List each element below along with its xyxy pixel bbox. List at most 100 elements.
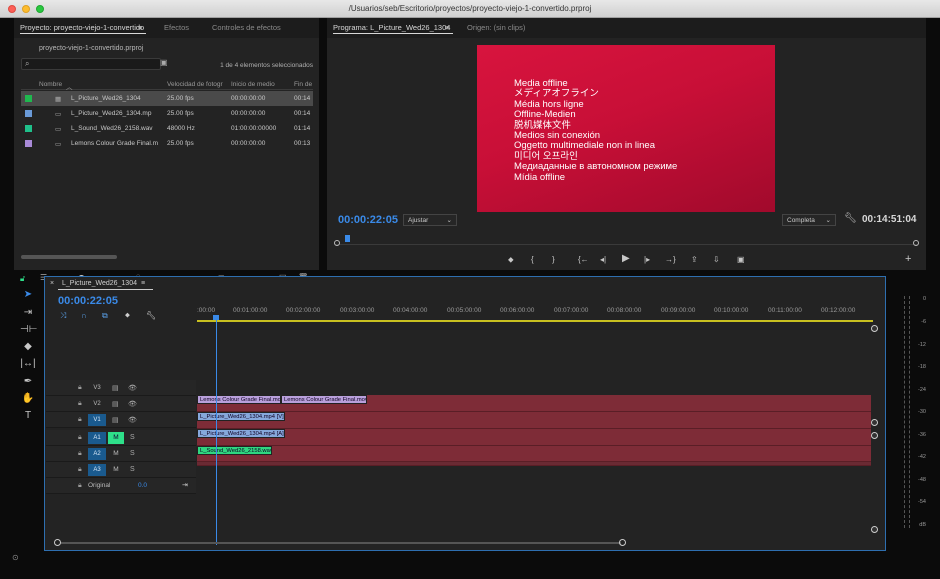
column-fps[interactable]: Velocidad de fotogr — [167, 81, 231, 88]
tab-source[interactable]: Origen: (sin clips) — [467, 23, 525, 32]
track-lane-a2[interactable]: L_Sound_Wed26_2158.wav — [197, 446, 871, 462]
fit-dropdown[interactable]: Ajustar ⌄ — [403, 214, 457, 226]
step-back-icon[interactable]: ◂| — [600, 255, 606, 264]
mark-in-icon[interactable]: { — [531, 255, 534, 264]
add-marker-icon[interactable]: ⬥ — [508, 255, 514, 265]
search-input[interactable]: ⌕ — [21, 58, 161, 70]
timeline-hscroll-end[interactable] — [619, 539, 626, 546]
ripple-edit-tool-icon[interactable]: ⊣⊢ — [20, 322, 37, 338]
track-select-tool-icon[interactable]: ⇥ — [20, 305, 36, 321]
clip-a1-picture-audio[interactable]: L_Picture_Wed26_1304.mp4 [A] — [197, 429, 285, 438]
monitor-scroll-start[interactable] — [334, 240, 340, 246]
lock-icon[interactable]: 🔒︎ — [78, 416, 82, 424]
eye-icon[interactable]: 👁︎ — [128, 400, 137, 408]
export-frame-icon[interactable]: ▣ — [737, 255, 745, 264]
nest-icon[interactable]: ⤨ — [60, 311, 66, 321]
add-button-icon[interactable]: + — [905, 253, 911, 265]
master-volume-value[interactable]: 0.0 — [138, 482, 147, 489]
sync-lock-icon[interactable]: ▤ — [112, 400, 119, 408]
hand-tool-icon[interactable]: ✋ — [20, 391, 36, 407]
timeline-ruler[interactable]: :00:00 00:01:00:00 00:02:00:00 00:03:00:… — [197, 303, 873, 321]
timeline-hscroll-start[interactable] — [54, 539, 61, 546]
snap-icon[interactable]: ∩ — [81, 311, 87, 320]
tab-program[interactable]: Programa: L_Picture_Wed26_1304 — [333, 23, 450, 32]
project-row[interactable]: ▭ L_Picture_Wed26_1304.mp 25.00 fps 00:0… — [21, 106, 313, 121]
solo-button[interactable]: S — [130, 434, 135, 441]
project-horizontal-scrollbar[interactable] — [21, 254, 313, 260]
audio-tracks-scroll-bottom[interactable] — [871, 526, 878, 533]
project-row[interactable]: ▦ L_Picture_Wed26_1304 25.00 fps 00:00:0… — [21, 91, 313, 106]
video-frame[interactable]: Media offline メディアオフライン Média hors ligne… — [477, 45, 775, 212]
play-icon[interactable]: ▶ — [622, 253, 630, 264]
lock-icon[interactable]: 🔒︎ — [78, 434, 82, 442]
eye-icon[interactable]: 👁︎ — [128, 416, 137, 424]
go-to-end-icon[interactable]: ⇥ — [182, 481, 188, 489]
video-tracks-scroll-top[interactable] — [871, 325, 878, 332]
column-name[interactable]: Nombre — [39, 81, 89, 88]
track-target-a2[interactable]: A2 — [88, 448, 106, 460]
track-lane-a1[interactable]: L_Picture_Wed26_1304.mp4 [A] — [197, 429, 871, 446]
extract-icon[interactable]: ⇩ — [713, 255, 720, 264]
clip-a2-sound[interactable]: L_Sound_Wed26_2158.wav — [197, 446, 272, 455]
mute-button[interactable]: M — [108, 464, 124, 476]
add-marker-icon[interactable]: ⬥ — [125, 312, 130, 320]
track-target-v2[interactable]: V2 — [88, 398, 106, 410]
timeline-hscroll-track[interactable] — [61, 542, 621, 544]
wrench-icon[interactable]: 🔧︎ — [844, 213, 857, 224]
tab-sequence[interactable]: L_Picture_Wed26_1304 — [62, 280, 137, 287]
mute-button[interactable]: M — [108, 432, 124, 444]
lock-icon[interactable]: 🔒︎ — [78, 384, 82, 392]
clip-v3-lemons-2[interactable]: Lemons Colour Grade Final.mov — [281, 395, 367, 404]
sync-lock-icon[interactable]: ▤ — [112, 384, 119, 392]
eye-icon[interactable]: 👁︎ — [128, 384, 137, 392]
work-area-bar[interactable] — [197, 320, 873, 322]
close-tab-icon[interactable]: × — [50, 280, 54, 287]
new-bin-from-search-icon[interactable]: ▣ — [160, 58, 168, 67]
column-media-start[interactable]: Inicio de medio — [231, 81, 291, 88]
sort-up-icon[interactable]: ︿ — [66, 81, 73, 91]
video-tracks-scroll-bottom[interactable] — [871, 419, 878, 426]
lock-icon[interactable]: 🔒︎ — [78, 466, 82, 474]
label-color-swatch[interactable] — [25, 110, 32, 117]
type-tool-icon[interactable]: T — [20, 408, 36, 424]
clip-v3-lemons[interactable]: Lemons Colour Grade Final.mo — [197, 395, 281, 404]
solo-button[interactable]: S — [130, 450, 135, 457]
lift-icon[interactable]: ⇪ — [691, 255, 698, 264]
sequence-menu-icon[interactable]: ≡ — [141, 280, 145, 287]
step-forward-icon[interactable]: |▸ — [644, 255, 650, 264]
project-row[interactable]: ▭ Lemons Colour Grade Final.m 25.00 fps … — [21, 136, 313, 151]
monitor-playhead[interactable] — [345, 235, 350, 242]
quality-dropdown[interactable]: Completa ⌄ — [782, 214, 836, 226]
tab-program-menu-icon[interactable]: ≡ — [445, 23, 449, 32]
solo-button[interactable]: S — [130, 466, 135, 473]
go-to-out-icon[interactable]: →} — [665, 255, 676, 264]
wrench-icon[interactable]: 🔧︎ — [146, 311, 156, 320]
monitor-time-ruler[interactable] — [335, 235, 918, 245]
track-lane-a3[interactable] — [197, 462, 871, 466]
project-row[interactable]: ▭ L_Sound_Wed26_2158.wav 48000 Hz 01:00:… — [21, 121, 313, 136]
playhead-timecode[interactable]: 00:00:22:05 — [338, 214, 398, 226]
razor-tool-icon[interactable]: ◆ — [20, 339, 36, 355]
label-color-swatch[interactable] — [25, 95, 32, 102]
tab-effects[interactable]: Efectos — [164, 23, 189, 32]
scrollbar-thumb[interactable] — [21, 255, 117, 259]
track-lane-v3[interactable]: Lemons Colour Grade Final.mo Lemons Colo… — [197, 395, 871, 412]
selection-tool-icon[interactable]: ➤ — [20, 287, 36, 303]
clip-v1-picture[interactable]: L_Picture_Wed26_1304.mp4 [V] — [197, 412, 285, 421]
monitor-scroll-end[interactable] — [913, 240, 919, 246]
sync-lock-icon[interactable]: ▤ — [112, 416, 119, 424]
lock-icon[interactable]: 🔒︎ — [78, 482, 82, 490]
status-icon[interactable]: ⊙ — [12, 553, 19, 562]
timeline-playhead[interactable] — [216, 315, 217, 545]
track-target-a3[interactable]: A3 — [88, 464, 106, 476]
pen-tool-icon[interactable]: ✒ — [20, 374, 36, 390]
track-target-a1[interactable]: A1 — [88, 432, 106, 444]
track-target-v3[interactable]: V3 — [88, 382, 106, 394]
column-media-end[interactable]: Fin de — [294, 81, 316, 88]
timeline-timecode[interactable]: 00:00:22:05 — [58, 295, 118, 307]
mark-out-icon[interactable]: } — [552, 255, 555, 264]
slip-tool-icon[interactable]: |↔| — [20, 356, 36, 372]
linked-selection-icon[interactable]: ⧉ — [102, 311, 108, 321]
label-color-swatch[interactable] — [25, 140, 32, 147]
audio-tracks-scroll-top[interactable] — [871, 432, 878, 439]
